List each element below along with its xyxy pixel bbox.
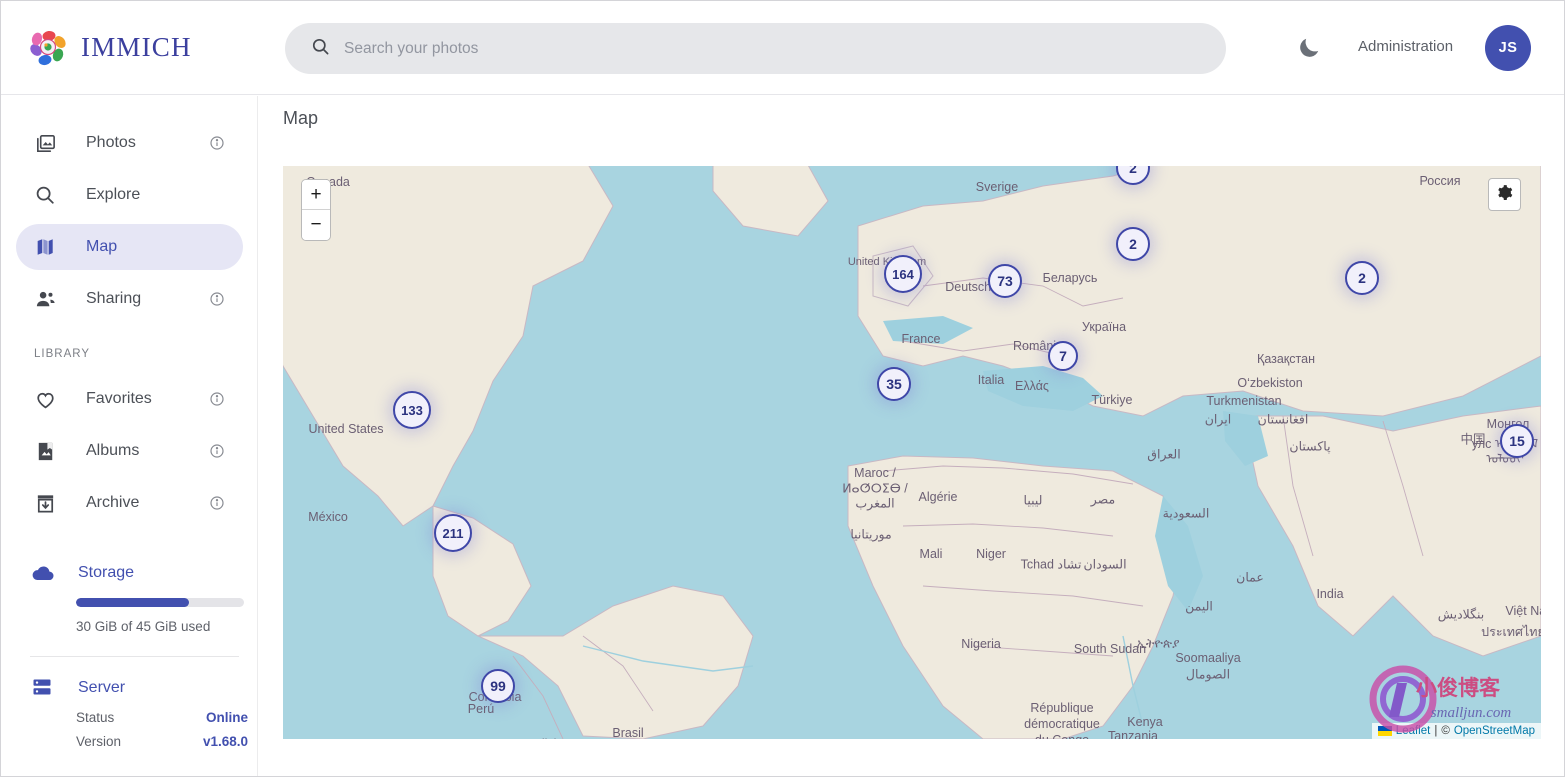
- map-cluster-marker[interactable]: 211: [434, 514, 472, 552]
- moon-icon[interactable]: [1296, 35, 1324, 63]
- server-status-row: Status Online: [76, 710, 248, 725]
- ukraine-flag-icon: [1377, 726, 1392, 736]
- info-icon[interactable]: [209, 391, 225, 407]
- sidebar-item-label: Map: [86, 238, 118, 255]
- sidebar-item-sharing[interactable]: Sharing: [16, 276, 243, 322]
- zoom-out-button[interactable]: −: [302, 210, 330, 240]
- administration-link[interactable]: Administration: [1358, 38, 1453, 55]
- storage-progress-bar: [76, 598, 244, 607]
- storage-title: Storage: [78, 564, 135, 581]
- sidebar: Photos Explore Map Sharing LIBRARY Favor…: [2, 96, 258, 776]
- albums-icon: [32, 438, 58, 464]
- main-content: Map Sverige Россия United Deutschland Бе…: [258, 96, 1564, 776]
- storage-progress-fill: [76, 598, 189, 607]
- info-icon[interactable]: [209, 443, 225, 459]
- info-icon[interactable]: [209, 495, 225, 511]
- search-input[interactable]: [344, 39, 1200, 58]
- server-section: Server Status Online Version v1.68.0: [2, 675, 257, 749]
- sidebar-divider: [30, 656, 239, 657]
- map-cluster-marker[interactable]: 7: [1048, 341, 1078, 371]
- people-icon: [32, 286, 58, 312]
- sidebar-item-photos[interactable]: Photos: [16, 120, 243, 166]
- sidebar-item-favorites[interactable]: Favorites: [16, 376, 243, 422]
- cloud-icon: [30, 560, 56, 586]
- attribution-separator: |: [1434, 725, 1438, 737]
- gear-icon: [1496, 184, 1513, 206]
- server-title: Server: [78, 679, 126, 696]
- sidebar-item-map[interactable]: Map: [16, 224, 243, 270]
- info-icon[interactable]: [209, 291, 225, 307]
- map-view[interactable]: CanadaSverigeРоссияUnited KingdomDeutsch…: [283, 166, 1541, 739]
- sidebar-item-archive[interactable]: Archive: [16, 480, 243, 526]
- sidebar-item-label: Archive: [86, 494, 140, 511]
- search-bar[interactable]: [285, 23, 1226, 74]
- map-cluster-marker[interactable]: 15: [1500, 424, 1534, 458]
- map-cluster-marker[interactable]: 2: [1345, 261, 1379, 295]
- avatar[interactable]: JS: [1485, 25, 1531, 71]
- sidebar-item-explore[interactable]: Explore: [16, 172, 243, 218]
- leaflet-link[interactable]: Leaflet: [1396, 725, 1431, 737]
- server-version-row: Version v1.68.0: [76, 734, 248, 749]
- map-icon: [32, 234, 58, 260]
- sidebar-item-label: Explore: [86, 186, 141, 203]
- map-cluster-marker[interactable]: 35: [877, 367, 911, 401]
- map-base-layer: [283, 166, 1541, 739]
- map-cluster-marker[interactable]: 133: [393, 391, 431, 429]
- brand-logo[interactable]: IMMICH: [29, 28, 271, 68]
- server-icon: [30, 675, 56, 701]
- map-zoom-controls[interactable]: + −: [301, 179, 331, 241]
- app-header: IMMICH Administration JS: [1, 1, 1564, 95]
- brand-name: IMMICH: [81, 32, 192, 62]
- zoom-in-button[interactable]: +: [302, 180, 330, 210]
- map-cluster-marker[interactable]: 2: [1116, 227, 1150, 261]
- photos-icon: [32, 130, 58, 156]
- sidebar-item-label: Albums: [86, 442, 140, 459]
- library-section-heading: LIBRARY: [34, 348, 91, 360]
- map-cluster-marker[interactable]: 164: [884, 255, 922, 293]
- server-version-label: Version: [76, 734, 122, 749]
- archive-icon: [32, 490, 58, 516]
- immich-app-window: IMMICH Administration JS: [0, 0, 1565, 777]
- sidebar-item-albums[interactable]: Albums: [16, 428, 243, 474]
- storage-section[interactable]: Storage 30 GiB of 45 GiB used: [2, 560, 257, 634]
- openstreetmap-link[interactable]: OpenStreetMap: [1454, 725, 1535, 737]
- map-attribution[interactable]: Leaflet | © OpenStreetMap: [1371, 723, 1541, 739]
- sidebar-item-label: Photos: [86, 134, 136, 151]
- map-cluster-marker[interactable]: 73: [988, 264, 1022, 298]
- search-icon: [32, 182, 58, 208]
- server-status-label: Status: [76, 710, 115, 725]
- sidebar-item-label: Favorites: [86, 390, 152, 407]
- info-icon[interactable]: [209, 135, 225, 151]
- server-version-value: v1.68.0: [202, 734, 248, 749]
- immich-flower-logo-icon: [29, 28, 69, 68]
- heart-icon: [32, 386, 58, 412]
- map-cluster-marker[interactable]: 99: [481, 669, 515, 703]
- search-icon: [311, 37, 330, 61]
- server-status-value: Online: [205, 710, 248, 725]
- storage-caption: 30 GiB of 45 GiB used: [76, 619, 211, 634]
- map-settings-button[interactable]: [1488, 178, 1521, 211]
- copyright-symbol: ©: [1441, 725, 1450, 737]
- page-title: Map: [283, 108, 319, 128]
- sidebar-item-label: Sharing: [86, 290, 142, 307]
